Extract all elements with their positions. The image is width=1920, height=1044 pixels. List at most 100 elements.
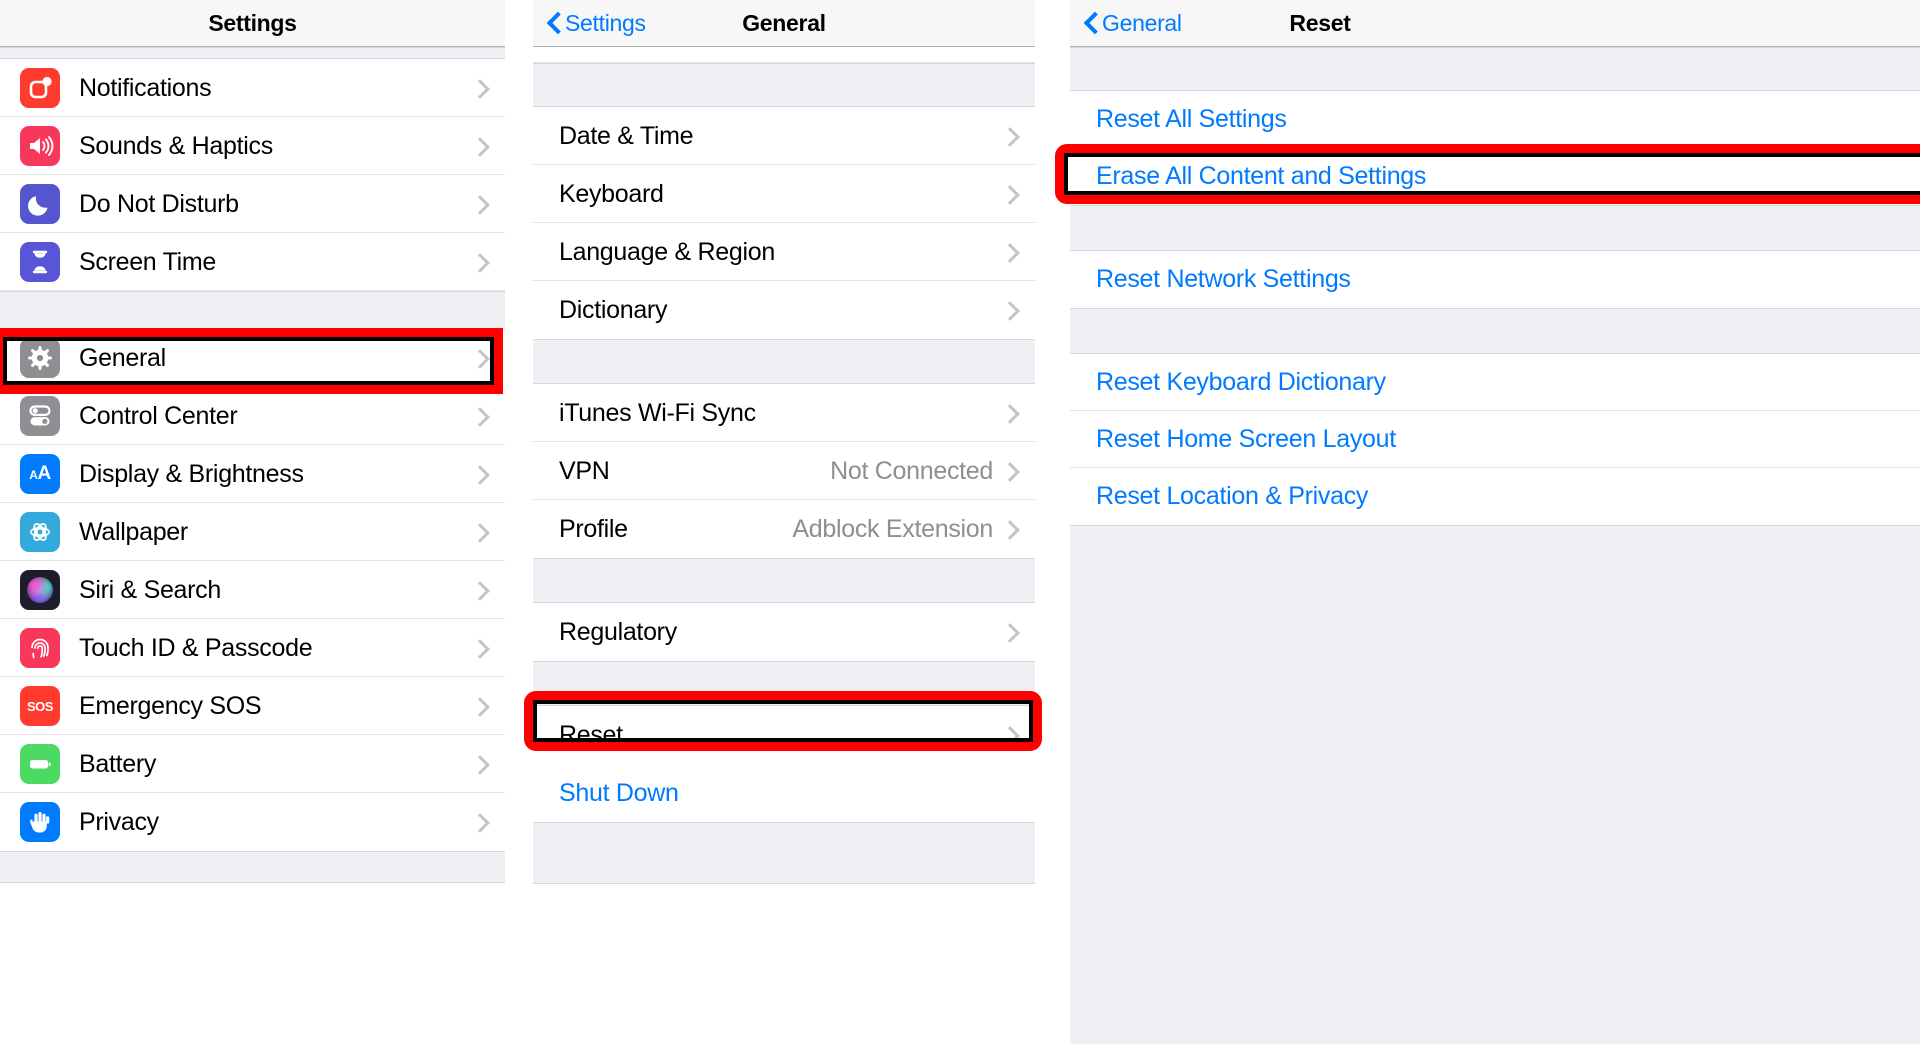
wallpaper-icon: [20, 512, 60, 552]
chevron-right-icon: [473, 348, 485, 368]
sidebar-item-wallpaper[interactable]: Wallpaper: [0, 503, 505, 561]
sidebar-item-do-not-disturb[interactable]: Do Not Disturb: [0, 175, 505, 233]
general-row-date-time[interactable]: Date & Time: [533, 107, 1035, 165]
reset-list: Reset All SettingsErase All Content and …: [1070, 47, 1920, 1044]
sidebar-item-display-brightness[interactable]: AA Display & Brightness: [0, 445, 505, 503]
left-bottom-gap: [0, 851, 505, 883]
general-row-regulatory[interactable]: Regulatory: [533, 603, 1035, 661]
sidebar-item-label: Wallpaper: [79, 518, 188, 547]
general-row-itunes-wi-fi-sync[interactable]: iTunes Wi-Fi Sync: [533, 384, 1035, 442]
siri-icon: [20, 570, 60, 610]
sidebar-item-screen-time[interactable]: Screen Time: [0, 233, 505, 291]
sidebar-item-label: Battery: [79, 750, 156, 779]
left-group-gap: [0, 291, 505, 329]
row-label: Reset: [559, 721, 623, 750]
touch-id-icon: [20, 628, 60, 668]
privacy-hand-icon: [20, 802, 60, 842]
sidebar-item-touch-id-passcode[interactable]: Touch ID & Passcode: [0, 619, 505, 677]
sidebar-item-label: Siri & Search: [79, 576, 221, 605]
general-row-vpn[interactable]: VPN Not Connected: [533, 442, 1035, 500]
sidebar-item-general[interactable]: General: [0, 329, 505, 387]
general-gear-icon: [20, 338, 60, 378]
sounds-icon: [20, 126, 60, 166]
reset-row-reset-home-screen-layout[interactable]: Reset Home Screen Layout: [1070, 411, 1920, 468]
sidebar-item-label: Do Not Disturb: [79, 190, 239, 219]
control-center-icon: [20, 396, 60, 436]
sidebar-item-control-center[interactable]: Control Center: [0, 387, 505, 445]
sidebar-item-label: General: [79, 344, 166, 373]
clipped-row-top[interactable]: [533, 47, 1035, 63]
chevron-right-icon: [1003, 300, 1015, 320]
left-navbar: Settings: [0, 0, 505, 47]
back-label: General: [1102, 10, 1182, 37]
chevron-right-icon: [1003, 461, 1015, 481]
siri-orb-glyph: [27, 577, 53, 603]
middle-gap-4: [533, 661, 1035, 706]
chevron-right-icon: [473, 252, 485, 272]
row-label: Reset Network Settings: [1096, 265, 1351, 294]
reset-row-reset-keyboard-dictionary[interactable]: Reset Keyboard Dictionary: [1070, 354, 1920, 411]
sidebar-item-label: Sounds & Haptics: [79, 132, 273, 161]
do-not-disturb-icon: [20, 184, 60, 224]
sidebar-item-sounds-haptics[interactable]: Sounds & Haptics: [0, 117, 505, 175]
row-label: Profile: [559, 515, 628, 544]
settings-root-panel: Settings Notifications Sounds & Haptics Do…: [0, 0, 505, 1044]
sidebar-item-emergency-sos[interactable]: SOS Emergency SOS: [0, 677, 505, 735]
middle-gap-5: [533, 822, 1035, 884]
sidebar-item-label: Touch ID & Passcode: [79, 634, 312, 663]
chevron-right-icon: [473, 580, 485, 600]
sos-text-glyph: SOS: [27, 699, 53, 714]
general-row-keyboard[interactable]: Keyboard: [533, 165, 1035, 223]
middle-gap-3: [533, 558, 1035, 603]
chevron-right-icon: [1003, 242, 1015, 262]
chevron-right-icon: [1003, 622, 1015, 642]
right-navbar: General Reset: [1070, 0, 1920, 47]
row-label: VPN: [559, 457, 610, 486]
row-label: Keyboard: [559, 180, 664, 209]
sidebar-item-label: Screen Time: [79, 248, 216, 277]
middle-gap-1: [533, 63, 1035, 107]
notifications-icon: [20, 68, 60, 108]
middle-navbar: Settings General: [533, 0, 1035, 47]
sidebar-item-siri-search[interactable]: Siri & Search: [0, 561, 505, 619]
row-label: Reset Keyboard Dictionary: [1096, 368, 1386, 397]
sidebar-item-battery[interactable]: Battery: [0, 735, 505, 793]
reset-row-erase-all-content-and-settings[interactable]: Erase All Content and Settings: [1070, 148, 1920, 205]
emergency-sos-icon: SOS: [20, 686, 60, 726]
sidebar-item-privacy[interactable]: Privacy: [0, 793, 505, 851]
right-bottom-gap: [1070, 525, 1920, 1044]
reset-row-reset-network-settings[interactable]: Reset Network Settings: [1070, 251, 1920, 308]
chevron-right-icon: [1003, 519, 1015, 539]
row-value: Not Connected: [830, 457, 1003, 486]
sidebar-item-notifications[interactable]: Notifications: [0, 59, 505, 117]
chevron-right-icon: [473, 638, 485, 658]
general-row-dictionary[interactable]: Dictionary: [533, 281, 1035, 339]
shut-down-button[interactable]: Shut Down: [533, 764, 1035, 822]
reset-row-reset-all-settings[interactable]: Reset All Settings: [1070, 91, 1920, 148]
row-label: Regulatory: [559, 618, 677, 647]
general-row-reset[interactable]: Reset: [533, 706, 1035, 764]
sidebar-item-label: Emergency SOS: [79, 692, 261, 721]
back-to-settings-button[interactable]: Settings: [533, 10, 646, 37]
row-label: Language & Region: [559, 238, 775, 267]
general-list: Date & Time Keyboard Language & Region Dict…: [533, 47, 1035, 884]
row-label: Reset Location & Privacy: [1096, 482, 1368, 511]
chevron-right-icon: [1003, 403, 1015, 423]
row-label: Dictionary: [559, 296, 667, 325]
chevron-left-icon: [547, 12, 560, 34]
middle-gap-2: [533, 339, 1035, 384]
right-gap-2: [1070, 205, 1920, 251]
general-row-language-region[interactable]: Language & Region: [533, 223, 1035, 281]
left-top-gap: [0, 47, 505, 59]
chevron-right-icon: [473, 136, 485, 156]
sidebar-item-label: Display & Brightness: [79, 460, 304, 489]
chevron-right-icon: [473, 78, 485, 98]
three-panel-settings-screenshot: Settings Notifications Sounds & Haptics Do…: [0, 0, 1920, 1044]
reset-row-reset-location-privacy[interactable]: Reset Location & Privacy: [1070, 468, 1920, 525]
shut-down-label: Shut Down: [559, 779, 679, 808]
back-to-general-button[interactable]: General: [1070, 10, 1182, 37]
chevron-right-icon: [473, 522, 485, 542]
chevron-right-icon: [1003, 725, 1015, 745]
letter-aa-glyph: AA: [29, 463, 50, 485]
general-row-profile[interactable]: ProfileAdblock Extension: [533, 500, 1035, 558]
